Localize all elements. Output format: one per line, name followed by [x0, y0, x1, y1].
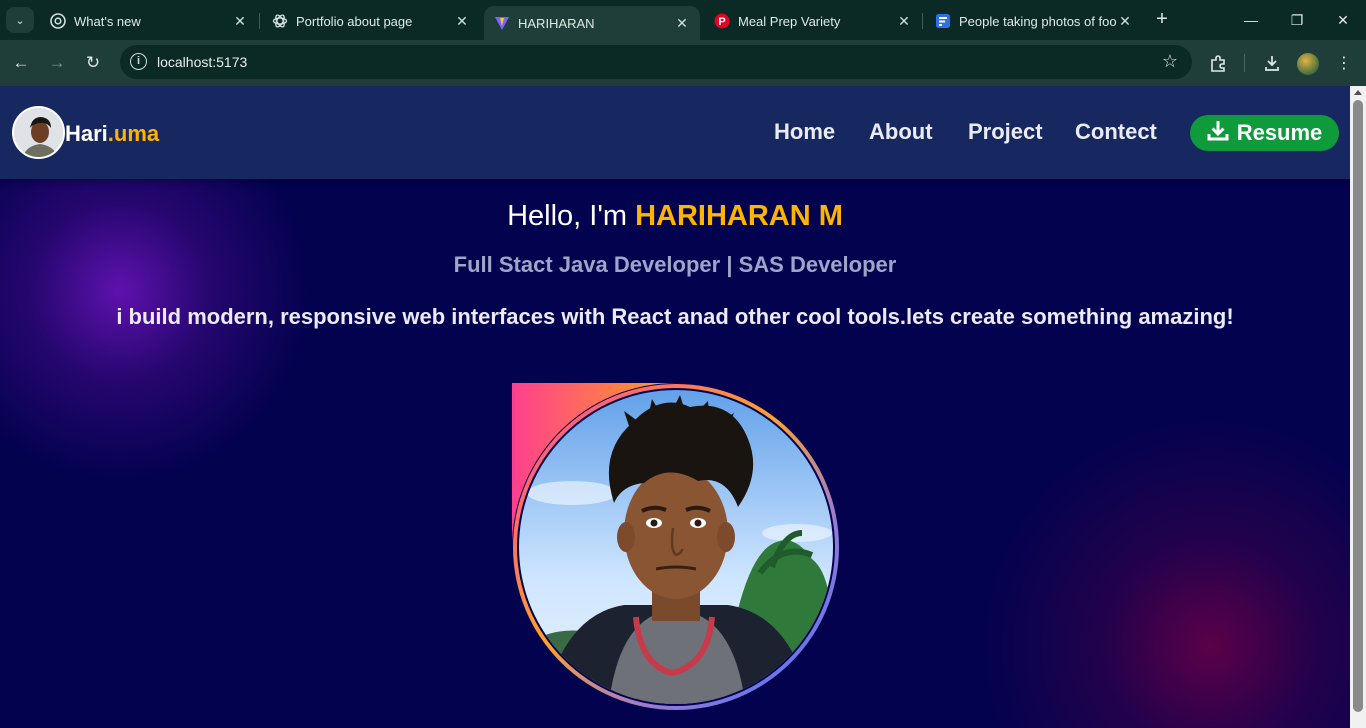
doc-icon — [935, 13, 951, 29]
chevron-down-icon: ⌄ — [15, 14, 25, 27]
tab-separator — [259, 13, 260, 29]
nav-link-about[interactable]: About — [869, 119, 933, 145]
hero-role: Full Stact Java Developer | SAS Develope… — [453, 252, 897, 277]
vite-icon — [494, 15, 510, 31]
download-icon[interactable] — [1261, 52, 1283, 74]
minimize-button[interactable]: — — [1228, 6, 1274, 34]
resume-download-button[interactable]: Resume — [1190, 115, 1339, 151]
nav-link-contact[interactable]: Contect — [1075, 119, 1157, 145]
close-window-button[interactable]: ✕ — [1320, 6, 1366, 34]
close-tab-icon[interactable]: ✕ — [896, 13, 912, 30]
greeting-text: Hello, I'm — [507, 200, 628, 232]
back-button[interactable]: ← — [8, 50, 34, 76]
tab-separator — [922, 13, 923, 29]
profile-photo — [512, 383, 840, 711]
browser-toolbar: ← → ↻ i localhost:5173 ☆ ⋮ — [0, 40, 1366, 86]
pinterest-icon: P — [714, 13, 730, 29]
tab-hariharan-active[interactable]: HARIHARAN ✕ — [484, 6, 700, 40]
tab-title: HARIHARAN — [518, 15, 595, 31]
tab-people-photos[interactable]: People taking photos of foo ✕ — [925, 6, 1143, 36]
site-logo[interactable]: Hari.uma — [65, 121, 159, 147]
new-tab-button[interactable]: + — [1150, 8, 1174, 32]
openai-icon — [272, 13, 288, 29]
resume-label: Resume — [1236, 120, 1323, 145]
tab-meal-prep[interactable]: P Meal Prep Variety ✕ — [704, 6, 922, 36]
page-viewport: Hari.uma Home About Project Contect Resu… — [0, 86, 1350, 728]
tab-search-button[interactable]: ⌄ — [6, 7, 34, 33]
svg-text:P: P — [718, 16, 725, 28]
scroll-up-arrow-icon[interactable] — [1354, 90, 1362, 95]
tab-title: What's new — [74, 13, 141, 29]
logo-accent-text: .uma — [107, 121, 160, 146]
hero-name: HARIHARAN M — [635, 200, 843, 232]
url-text: localhost:5173 — [157, 54, 248, 70]
logo-avatar[interactable] — [12, 106, 65, 159]
tab-title: People taking photos of foo — [959, 13, 1117, 29]
restore-button[interactable]: ❐ — [1274, 6, 1320, 34]
hero-tagline: i build modern, responsive web interface… — [116, 304, 1234, 329]
chrome-icon — [50, 13, 66, 29]
close-tab-icon[interactable]: ✕ — [454, 13, 470, 30]
nav-link-project[interactable]: Project — [968, 119, 1043, 145]
scrollbar-thumb[interactable] — [1353, 100, 1363, 712]
extensions-icon[interactable] — [1207, 52, 1229, 74]
browser-tab-strip: ⌄ What's new ✕ Portfolio about page ✕ HA… — [0, 0, 1366, 40]
hero-greeting: Hello, I'm HARIHARAN M — [0, 200, 1350, 233]
close-tab-icon[interactable]: ✕ — [674, 15, 690, 32]
profile-avatar[interactable] — [1297, 53, 1319, 75]
site-info-icon[interactable]: i — [130, 53, 147, 70]
close-tab-icon[interactable]: ✕ — [1117, 13, 1133, 30]
tab-title: Meal Prep Variety — [738, 13, 841, 29]
close-tab-icon[interactable]: ✕ — [232, 13, 248, 30]
download-icon — [1207, 119, 1229, 147]
tab-whats-new[interactable]: What's new ✕ — [40, 6, 258, 36]
address-bar[interactable]: i localhost:5173 ☆ — [120, 45, 1192, 79]
bookmark-star-icon[interactable]: ☆ — [1162, 51, 1178, 72]
toolbar-separator — [1244, 54, 1245, 72]
forward-button[interactable]: → — [44, 50, 70, 76]
reload-button[interactable]: ↻ — [80, 50, 106, 76]
logo-main-text: Hari — [65, 121, 108, 146]
page-scrollbar[interactable] — [1350, 86, 1366, 728]
tab-title: Portfolio about page — [296, 13, 413, 29]
menu-kebab-icon[interactable]: ⋮ — [1333, 52, 1355, 74]
nav-link-home[interactable]: Home — [774, 119, 835, 145]
site-header: Hari.uma Home About Project Contect Resu… — [0, 86, 1350, 179]
tab-portfolio-about[interactable]: Portfolio about page ✕ — [262, 6, 480, 36]
